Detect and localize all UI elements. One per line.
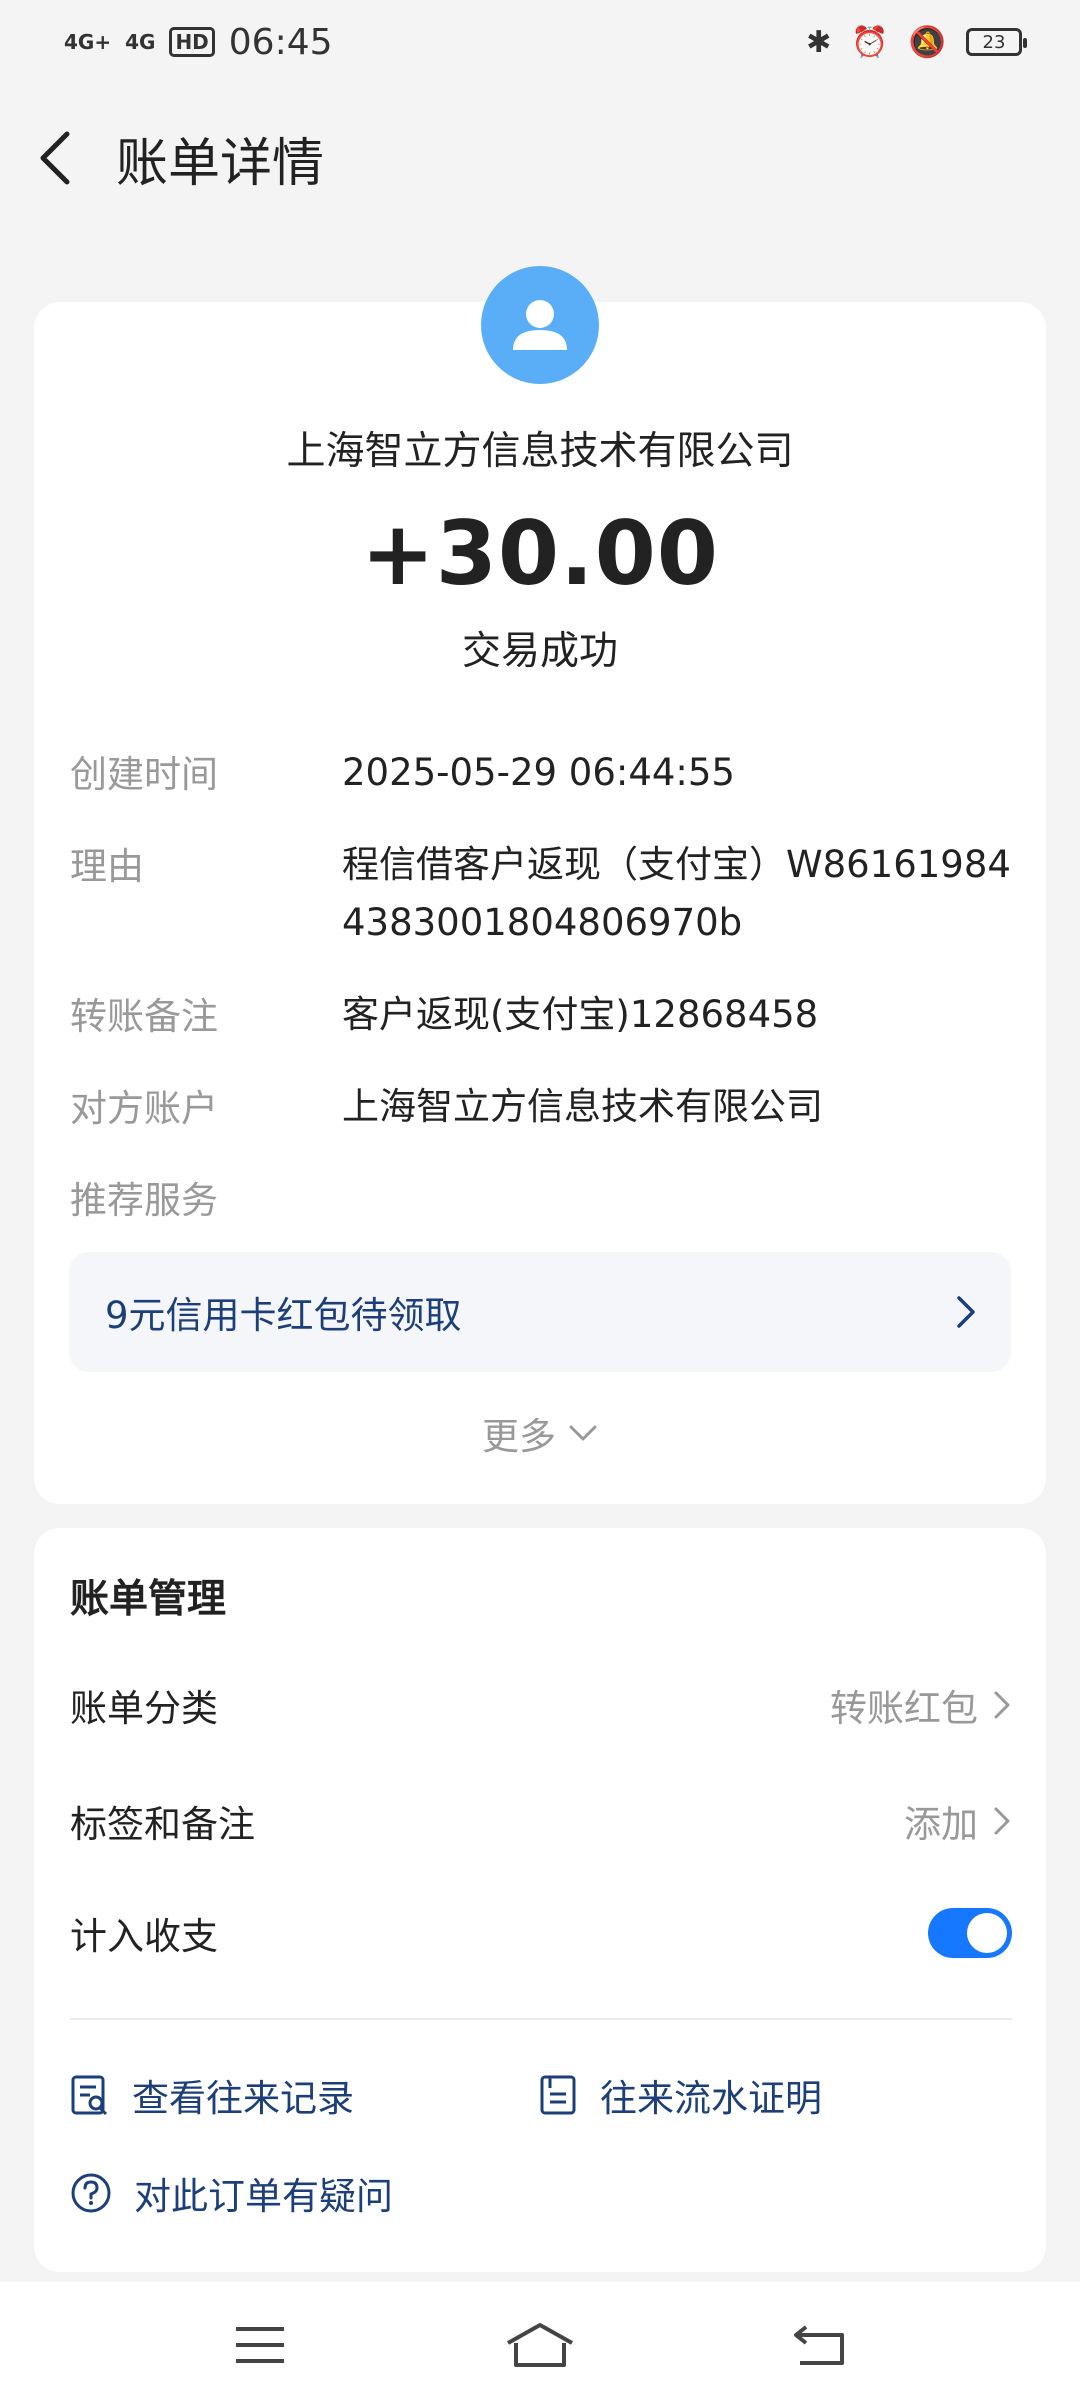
bill-category-label: 账单分类 [70,1687,218,1730]
more-label: 更多 [482,1415,556,1458]
toggle-knob [967,1913,1007,1953]
detail-label: 转账备注 [70,995,218,1038]
view-records-link[interactable]: 查看往来记录 [70,2068,354,2122]
signal-2-icon: 4G [125,30,156,54]
status-left: 4G+ 4G HD 06:45 [64,22,333,63]
back-arrow-icon [40,131,70,185]
bill-category-row[interactable]: 账单分类 转账红包 [70,1660,1012,1750]
detail-row-transfer-note: 转账备注 客户返现(支付宝)12868458 [70,986,1022,1044]
detail-label: 对方账户 [70,1087,218,1130]
order-question-label: 对此订单有疑问 [134,2175,393,2218]
home-button[interactable] [500,2310,580,2380]
avatar [481,266,599,384]
signal-1-icon: 4G+ [64,30,112,54]
bill-management-card: 账单管理 账单分类 转账红包 标签和备注 添加 计入收支 查看往来记录 往来流水… [34,1528,1046,2272]
transaction-card: 上海智立方信息技术有限公司 +30.00 交易成功 创建时间 2025-05-2… [34,266,1046,1504]
return-icon [794,2325,844,2365]
header: 账单详情 [0,84,1080,232]
bill-category-value-wrap: 转账红包 [830,1678,1012,1732]
detail-row-reason: 理由 程信借客户返现（支付宝）W861619844383001804806970… [70,836,1022,952]
promo-text: 9元信用卡红包待领取 [105,1294,462,1337]
tags-notes-label: 标签和备注 [70,1803,255,1846]
chevron-right-icon [994,1691,1010,1719]
order-question-link[interactable]: 对此订单有疑问 [70,2166,393,2220]
bill-category-value: 转账红包 [830,1687,978,1730]
tags-notes-value: 添加 [904,1803,978,1846]
tags-notes-row[interactable]: 标签和备注 添加 [70,1776,1012,1866]
question-icon [71,2173,111,2213]
include-income-expense-toggle[interactable] [928,1908,1012,1958]
chevron-right-icon [994,1807,1010,1835]
menu-button[interactable] [220,2310,300,2380]
records-search-icon [71,2075,108,2116]
status-bar: 4G+ 4G HD 06:45 ✱ ⏰ 🔕 23 [0,0,1080,84]
detail-value: 客户返现(支付宝)12868458 [342,993,819,1036]
detail-value: 程信借客户返现（支付宝）W861619844383001804806970b [342,843,1011,944]
alarm-icon: ⏰ [851,24,889,60]
chevron-right-icon [957,1296,975,1328]
mute-icon: 🔕 [908,24,946,60]
bluetooth-icon: ✱ [806,24,832,60]
chevron-down-icon [569,1425,597,1441]
back-button[interactable] [0,84,110,232]
include-income-expense-row: 计入收支 [70,1888,1012,1978]
battery-icon: 23 [966,28,1027,56]
detail-row-created-time: 创建时间 2025-05-29 06:44:55 [70,744,1022,802]
more-button[interactable]: 更多 [34,1406,1046,1460]
view-records-label: 查看往来记录 [132,2077,354,2120]
transaction-status: 交易成功 [461,629,618,674]
payee-name: 上海智立方信息技术有限公司 [286,429,794,474]
detail-value: 上海智立方信息技术有限公司 [342,1085,823,1128]
detail-label: 推荐服务 [70,1179,218,1222]
detail-label: 理由 [70,845,144,888]
back-nav-button[interactable] [780,2310,860,2380]
detail-row-recommended: 推荐服务 [70,1170,342,1224]
menu-icon [236,2327,284,2363]
system-nav-bar [0,2282,1080,2408]
home-icon [507,2323,573,2367]
divider [70,2018,1012,2020]
amount: +30.00 [360,502,720,605]
statement-proof-link[interactable]: 往来流水证明 [538,2068,822,2122]
status-right: ✱ ⏰ 🔕 23 [806,24,1027,60]
promo-banner[interactable]: 9元信用卡红包待领取 [69,1252,1011,1372]
detail-value: 2025-05-29 06:44:55 [342,751,735,794]
detail-row-counterparty: 对方账户 上海智立方信息技术有限公司 [70,1078,1022,1136]
tags-notes-value-wrap: 添加 [904,1794,1012,1848]
status-time: 06:45 [228,21,333,63]
document-icon [540,2075,576,2115]
include-income-expense-label: 计入收支 [70,1915,218,1958]
section-title: 账单管理 [70,1577,227,1622]
hd-icon: HD [169,27,215,57]
user-icon [513,300,567,350]
page-title: 账单详情 [116,133,325,194]
statement-proof-label: 往来流水证明 [600,2077,822,2120]
detail-label: 创建时间 [70,753,218,796]
